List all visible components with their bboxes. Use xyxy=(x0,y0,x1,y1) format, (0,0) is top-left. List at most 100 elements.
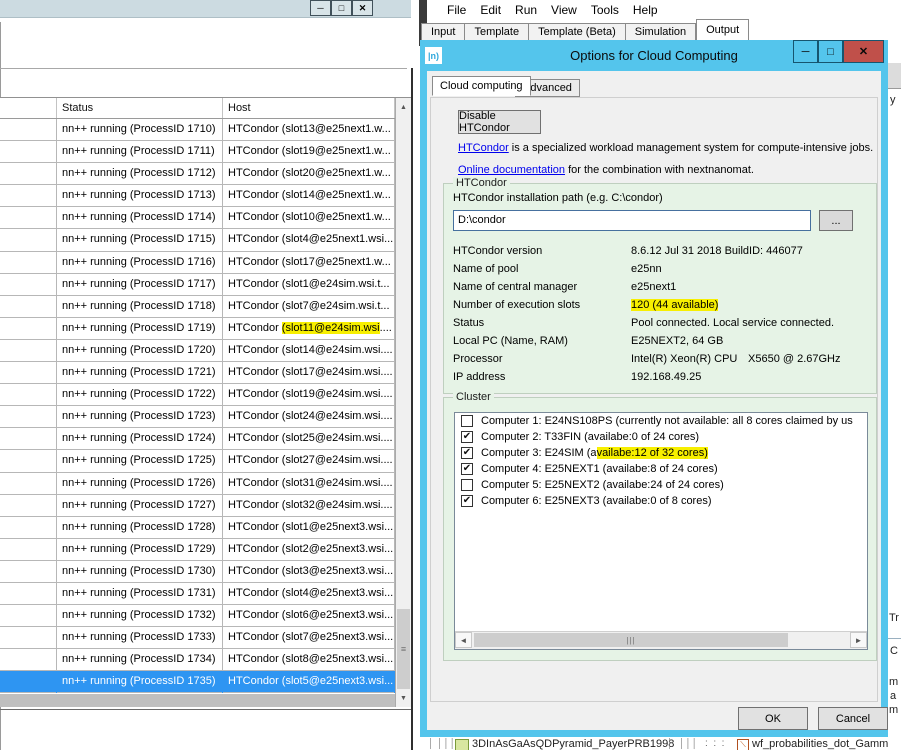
cell-empty xyxy=(0,163,57,185)
checkbox-checked-icon[interactable]: ✔ xyxy=(461,447,473,459)
cell-status: nn++ running (ProcessID 1723) xyxy=(57,406,223,428)
cell-empty xyxy=(0,627,57,649)
cell-empty xyxy=(0,539,57,561)
table-row[interactable]: nn++ running (ProcessID 1724)HTCondor (s… xyxy=(0,428,395,450)
cancel-button[interactable]: Cancel xyxy=(818,707,888,730)
table-row[interactable]: nn++ running (ProcessID 1735)HTCondor (s… xyxy=(0,671,395,693)
browse-button[interactable]: ... xyxy=(819,210,853,231)
table-row[interactable]: nn++ running (ProcessID 1720)HTCondor (s… xyxy=(0,340,395,362)
cluster-item[interactable]: Computer 1: E24NS108PS (currently not av… xyxy=(455,414,867,429)
menu-item-help[interactable]: Help xyxy=(633,3,658,21)
ok-button[interactable]: OK xyxy=(738,707,808,730)
vertical-scrollbar[interactable]: ▲ ≡ ▼ xyxy=(395,98,411,707)
table-row[interactable]: nn++ running (ProcessID 1733)HTCondor (s… xyxy=(0,627,395,649)
tab-output[interactable]: Output xyxy=(696,19,749,42)
table-row[interactable]: nn++ running (ProcessID 1710)HTCondor (s… xyxy=(0,119,395,141)
cell-empty xyxy=(0,473,57,495)
htcondor-link[interactable]: HTCondor xyxy=(458,142,509,154)
field-row: Number of execution slots120 (44 availab… xyxy=(453,299,873,316)
cluster-item[interactable]: ✔Computer 6: E25NEXT3 (availabe:0 of 8 c… xyxy=(455,494,867,509)
table-row[interactable]: nn++ running (ProcessID 1725)HTCondor (s… xyxy=(0,450,395,472)
column-header-host[interactable]: Host xyxy=(223,98,395,118)
field-label: Local PC (Name, RAM) xyxy=(453,335,568,347)
cell-status: nn++ running (ProcessID 1725) xyxy=(57,450,223,472)
table-row[interactable]: nn++ running (ProcessID 1727)HTCondor (s… xyxy=(0,495,395,517)
table-row[interactable]: nn++ running (ProcessID 1731)HTCondor (s… xyxy=(0,583,395,605)
table-header: Status Host xyxy=(0,98,395,119)
table-row[interactable]: nn++ running (ProcessID 1712)HTCondor (s… xyxy=(0,163,395,185)
table-row[interactable]: nn++ running (ProcessID 1721)HTCondor (s… xyxy=(0,362,395,384)
minimize-icon[interactable]: ─ xyxy=(310,0,331,16)
table-row[interactable]: nn++ running (ProcessID 1728)HTCondor (s… xyxy=(0,517,395,539)
maximize-icon[interactable]: □ xyxy=(818,40,843,63)
table-row[interactable]: nn++ running (ProcessID 1718)HTCondor (s… xyxy=(0,296,395,318)
horizontal-scrollbar[interactable]: ◄ ||| ► xyxy=(455,631,867,649)
table-row[interactable]: nn++ running (ProcessID 1714)HTCondor (s… xyxy=(0,207,395,229)
scroll-up-icon[interactable]: ▲ xyxy=(396,98,411,116)
minimize-icon[interactable]: ─ xyxy=(793,40,818,63)
cluster-item[interactable]: ✔ Computer 4: E25NEXT1 (availabe:8 of 24 … xyxy=(455,462,867,477)
checkbox-checked-icon[interactable]: ✔ xyxy=(461,431,473,443)
checkbox-checked-icon[interactable]: ✔ xyxy=(461,495,473,507)
maximize-icon[interactable]: □ xyxy=(331,0,352,16)
table-row[interactable]: nn++ running (ProcessID 1730)HTCondor (s… xyxy=(0,561,395,583)
file-name[interactable]: wf_probabilities_dot_Gamm xyxy=(752,738,888,750)
cell-host: HTCondor (slot10@e25next1.w... xyxy=(223,207,395,229)
cluster-item[interactable]: Computer 5: E25NEXT2 (availabe:24 of 24 … xyxy=(455,478,867,493)
checkbox-unchecked-icon[interactable] xyxy=(461,479,473,491)
table-row[interactable]: nn++ running (ProcessID 1717)HTCondor (s… xyxy=(0,274,395,296)
checkbox-checked-icon[interactable]: ✔ xyxy=(461,463,473,475)
menu-item-file[interactable]: File xyxy=(447,3,466,21)
close-icon[interactable]: ✕ xyxy=(352,0,373,16)
column-header-status[interactable]: Status xyxy=(57,98,223,118)
table-row[interactable]: nn++ running (ProcessID 1734)HTCondor (s… xyxy=(0,649,395,671)
field-row: HTCondor version8.6.12 Jul 31 2018 Build… xyxy=(453,245,873,262)
table-row[interactable]: nn++ running (ProcessID 1722)HTCondor (s… xyxy=(0,384,395,406)
menu-item-view[interactable]: View xyxy=(551,3,577,21)
menu-item-tools[interactable]: Tools xyxy=(591,3,619,21)
checkbox-unchecked-icon[interactable] xyxy=(461,415,473,427)
cluster-item[interactable]: ✔ Computer 3: E24SIM (availabe:12 of 32 c… xyxy=(455,446,867,461)
cell-status: nn++ running (ProcessID 1728) xyxy=(57,517,223,539)
table-row[interactable]: nn++ running (ProcessID 1715)HTCondor (s… xyxy=(0,229,395,251)
disable-htcondor-button[interactable]: Disable HTCondor xyxy=(458,110,541,134)
table-row[interactable]: nn++ running (ProcessID 1729)HTCondor (s… xyxy=(0,539,395,561)
close-icon[interactable]: ✕ xyxy=(843,40,884,63)
menu-item-run[interactable]: Run xyxy=(515,3,537,21)
table-row[interactable]: nn++ running (ProcessID 1732)HTCondor (s… xyxy=(0,605,395,627)
cell-host: HTCondor (slot17@e25next1.w... xyxy=(223,252,395,274)
scrollbar-thumb[interactable]: ≡ xyxy=(397,609,410,689)
table-row[interactable]: nn++ running (ProcessID 1711)HTCondor (s… xyxy=(0,141,395,163)
scrollbar-thumb[interactable]: ||| xyxy=(474,633,788,647)
cell-empty xyxy=(0,252,57,274)
cluster-item-label: Computer 3: E24SIM (availabe:12 of 32 co… xyxy=(481,447,708,459)
cluster-item-label: Computer 1: E24NS108PS (currently not av… xyxy=(481,415,853,427)
menu-item-edit[interactable]: Edit xyxy=(480,3,501,21)
install-path-input[interactable]: D:\condor xyxy=(453,210,811,231)
scroll-down-icon[interactable]: ▼ xyxy=(396,689,411,707)
background-text-fragment: C xyxy=(890,645,898,657)
cell-status: nn++ running (ProcessID 1712) xyxy=(57,163,223,185)
tab-cloud-computing[interactable]: Cloud computing xyxy=(432,76,531,96)
table-row[interactable]: nn++ running (ProcessID 1716)HTCondor (s… xyxy=(0,252,395,274)
field-label: Name of central manager xyxy=(453,281,577,293)
cell-host: HTCondor (slot4@e25next3.wsi... xyxy=(223,583,395,605)
table-row[interactable]: nn++ running (ProcessID 1719)HTCondor (s… xyxy=(0,318,395,340)
cell-empty xyxy=(0,428,57,450)
cell-status: nn++ running (ProcessID 1719) xyxy=(57,318,223,340)
field-value: e25nn xyxy=(631,263,662,275)
field-value: e25next1 xyxy=(631,281,676,293)
column-header-empty[interactable] xyxy=(0,98,57,118)
file-name[interactable]: 3DInAsGaAsQDPyramid_PayerPRB1998 xyxy=(472,738,674,750)
field-label: Name of pool xyxy=(453,263,518,275)
cluster-item[interactable]: ✔Computer 2: T33FIN (availabe:0 of 24 co… xyxy=(455,430,867,445)
table-row[interactable]: nn++ running (ProcessID 1713)HTCondor (s… xyxy=(0,185,395,207)
table-row[interactable]: nn++ running (ProcessID 1726)HTCondor (s… xyxy=(0,473,395,495)
online-documentation-link[interactable]: Online documentation xyxy=(458,164,565,176)
scroll-left-icon[interactable]: ◄ xyxy=(455,632,472,648)
dialog-titlebar[interactable]: |n) Options for Cloud Computing ─ □ ✕ xyxy=(420,40,888,71)
table-row[interactable]: nn++ running (ProcessID 1723)HTCondor (s… xyxy=(0,406,395,428)
scroll-right-icon[interactable]: ► xyxy=(850,632,867,648)
cluster-item-label: Computer 4: E25NEXT1 (availabe:8 of 24 c… xyxy=(481,463,718,475)
cell-status: nn++ running (ProcessID 1734) xyxy=(57,649,223,671)
